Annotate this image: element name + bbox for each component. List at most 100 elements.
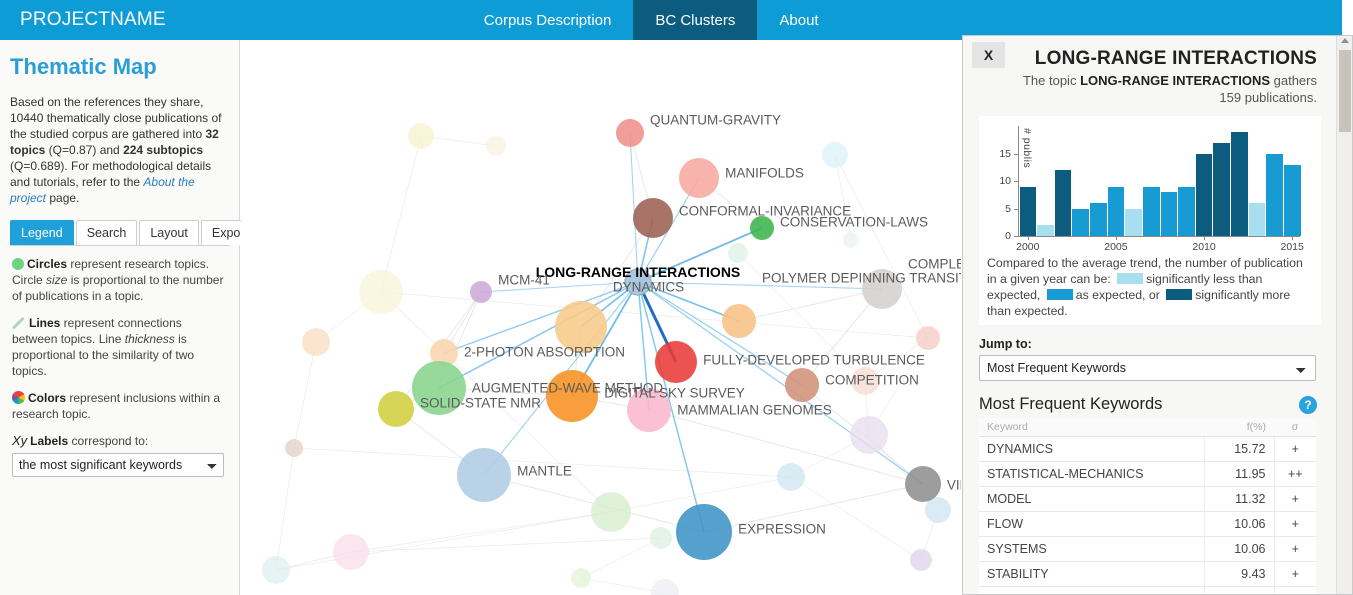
graph-node[interactable]	[333, 534, 369, 570]
chart-bar	[1248, 203, 1266, 236]
scrollbar-thumb[interactable]	[1339, 50, 1351, 132]
table-row[interactable]: DYNAMICS 15.72 +	[979, 436, 1316, 462]
graph-edge	[790, 476, 922, 561]
brand-title: PROJECTNAME	[20, 9, 166, 30]
chart-bar	[1054, 170, 1072, 236]
table-row[interactable]: FLOW 10.06 +	[979, 511, 1316, 537]
sidebar-tabs: Legend Search Layout Export	[10, 220, 259, 246]
graph-edge	[738, 288, 883, 322]
graph-node[interactable]	[777, 463, 805, 491]
label-mode-select[interactable]: the most significant keywords	[12, 453, 224, 477]
graph-node-virus-type-i[interactable]	[905, 466, 941, 502]
graph-canvas[interactable]	[241, 40, 961, 595]
keywords-col-header: σ	[1274, 418, 1316, 437]
graph-node[interactable]	[262, 556, 290, 584]
sidebar-tab-search[interactable]: Search	[75, 220, 138, 245]
graph-edge	[293, 447, 792, 478]
graph-node[interactable]	[910, 549, 932, 571]
chart-bar	[1107, 186, 1125, 236]
graph-node-dynamics[interactable]	[555, 301, 607, 353]
graph-node-conservation-laws[interactable]	[750, 216, 774, 240]
graph-node-manifolds[interactable]	[679, 158, 719, 198]
chart-legend-note: Compared to the average trend, the numbe…	[985, 255, 1315, 319]
frequency-cell: 11.32	[1204, 486, 1275, 512]
chart-bar	[1266, 153, 1283, 236]
sidebar-tab-layout[interactable]: Layout	[139, 220, 199, 245]
nav-item-corpus-description[interactable]: Corpus Description	[462, 0, 634, 40]
help-icon[interactable]: ?	[1299, 395, 1317, 414]
graph-node-mammalian-genomes[interactable]	[627, 388, 671, 432]
chart-plot-area: # publis 0 5 10 15 2000 2005 2010 2015	[985, 124, 1315, 253]
close-panel-button[interactable]: X	[972, 42, 1005, 68]
y-tick-label: 15	[999, 147, 1011, 160]
graph-edge	[275, 447, 295, 571]
graph-node[interactable]	[728, 243, 748, 263]
graph-node[interactable]	[650, 527, 672, 549]
graph-node[interactable]	[651, 579, 679, 595]
table-row[interactable]: SYSTEMS 10.06 +	[979, 536, 1316, 562]
graph-node-conformal-invariance[interactable]	[633, 198, 673, 238]
graph-node[interactable]	[359, 270, 403, 314]
graph-node[interactable]	[822, 142, 848, 168]
graph-node-complexity[interactable]	[862, 269, 902, 309]
nav-item-bc-clusters[interactable]: BC Clusters	[633, 0, 758, 40]
graph-node-competition[interactable]	[785, 368, 819, 402]
significance-cell: +	[1274, 511, 1316, 537]
graph-node-long-range-interactions[interactable]	[624, 268, 652, 296]
sidebar-tab-legend[interactable]: Legend	[10, 220, 74, 245]
chart-bar	[1019, 186, 1037, 236]
graph-node[interactable]	[302, 328, 330, 356]
x-tick-label: 2015	[1280, 241, 1304, 253]
graph-node-digital-sky-survey[interactable]	[546, 370, 598, 422]
graph-node[interactable]	[851, 367, 879, 395]
graph-node-mcm-41[interactable]	[470, 281, 492, 303]
y-tick-mark	[1014, 236, 1018, 237]
jump-to-select[interactable]: Most Frequent Keywords	[979, 355, 1316, 381]
graph-edge	[380, 135, 422, 293]
graph-node[interactable]	[843, 232, 859, 248]
graph-node[interactable]	[591, 492, 631, 532]
graph-node[interactable]	[486, 136, 506, 156]
graph-node[interactable]	[916, 326, 940, 350]
graph-node-expression[interactable]	[676, 504, 732, 560]
swatch-less-icon	[1117, 273, 1144, 284]
x-tick-label: 2005	[1104, 241, 1128, 253]
panel-scrollbar[interactable]	[1336, 36, 1352, 594]
graph-node-quantum-gravity[interactable]	[616, 119, 644, 147]
graph-node[interactable]	[285, 439, 303, 457]
legend-colors-row: Colors represent inclusions within a res…	[12, 390, 227, 422]
keywords-col-header: f(%)	[1204, 418, 1274, 437]
keywords-table-body: DYNAMICS 15.72 + STATISTICAL-MECHANICS 11.95…	[979, 436, 1316, 594]
subtitle-topic-name: LONG-RANGE INTERACTIONS	[1080, 73, 1271, 88]
scroll-up-arrow-icon[interactable]	[1341, 38, 1349, 43]
significance-cell: +	[1274, 536, 1316, 562]
graph-node-fully-developed-turbulence[interactable]	[655, 341, 697, 383]
graph-node-augmented-wave-method[interactable]	[412, 361, 466, 415]
chart-bar	[1231, 131, 1248, 236]
graph-node[interactable]	[571, 568, 591, 588]
graph-node-mantle[interactable]	[457, 448, 511, 502]
xy-glyph-icon: Xy	[12, 433, 28, 448]
thematic-map-graph[interactable]: QUANTUM-GRAVITY MANIFOLDS CONFORMAL-INVARI…	[241, 40, 961, 595]
keyword-cell: STATISTICAL-MECHANICS	[979, 461, 1205, 487]
line-icon	[12, 317, 26, 329]
legend-circles-row: Circles represent research topics. Circl…	[12, 256, 227, 304]
graph-node[interactable]	[408, 123, 434, 149]
table-row[interactable]: MODEL 11.32 +	[979, 486, 1316, 512]
desc-part-2: (Q=0.87) and	[45, 143, 124, 157]
graph-node[interactable]	[850, 416, 888, 454]
table-row[interactable]: TURBULENCE9.43+	[979, 586, 1316, 594]
nav-item-about[interactable]: About	[757, 0, 840, 40]
topic-detail-content: X LONG-RANGE INTERACTIONS The topic LONG…	[963, 36, 1337, 594]
legend-labels-label: Labels	[30, 434, 69, 448]
x-axis-ticks: 2000 2005 2010 2015	[1016, 236, 1304, 253]
frequency-cell: 10.06	[1204, 536, 1275, 562]
table-row[interactable]: STATISTICAL-MECHANICS 11.95 ++	[979, 461, 1316, 487]
chart-bar	[1072, 208, 1089, 236]
graph-node-solid-state-nmr[interactable]	[378, 391, 414, 427]
keywords-table: Keyword f(%) σ DYNAMICS 15.72 + STATISTICAL-M…	[979, 418, 1316, 594]
significance-cell: +	[1274, 561, 1316, 587]
legend-lines-row: Lines represent connections between topi…	[12, 315, 227, 379]
graph-node-polymer-depinning-transitions[interactable]	[722, 304, 756, 338]
table-row[interactable]: STABILITY 9.43 +	[979, 561, 1316, 587]
